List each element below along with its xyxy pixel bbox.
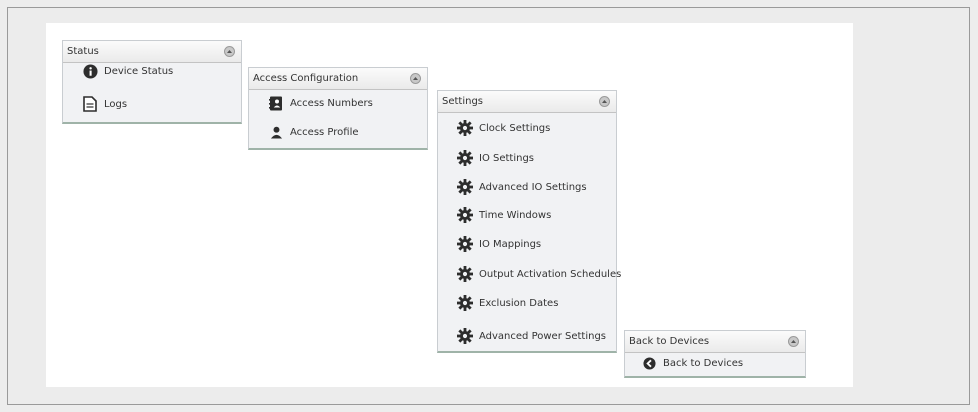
- menu-item-label: Output Activation Schedules: [479, 268, 622, 280]
- settings-panel-title: Settings: [442, 96, 484, 107]
- menu-item-label: Back to Devices: [663, 357, 744, 369]
- access-panel-title: Access Configuration: [253, 73, 359, 84]
- menu-item-io-settings[interactable]: IO Settings: [457, 150, 534, 166]
- menu-item-label: Advanced IO Settings: [479, 181, 587, 193]
- menu-item-advanced-power-settings[interactable]: Advanced Power Settings: [457, 328, 606, 344]
- menu-item-device-status[interactable]: Device Status: [82, 63, 173, 79]
- menu-item-io-mappings[interactable]: IO Mappings: [457, 236, 541, 252]
- menu-item-access-numbers[interactable]: Access Numbers: [268, 95, 373, 111]
- menu-item-label: IO Settings: [479, 152, 535, 164]
- gear-icon: [457, 179, 473, 195]
- address-book-icon: [268, 95, 284, 111]
- menu-item-label: IO Mappings: [479, 238, 542, 250]
- menu-item-label: Logs: [104, 98, 128, 110]
- access-panel-header: Access Configuration: [249, 68, 427, 90]
- info-icon: [82, 63, 98, 79]
- gear-icon: [457, 266, 473, 282]
- menu-item-back-to-devices[interactable]: Back to Devices: [641, 355, 743, 371]
- menu-item-label: Clock Settings: [479, 122, 551, 134]
- menu-item-label: Exclusion Dates: [479, 297, 559, 309]
- menu-item-label: Advanced Power Settings: [479, 330, 607, 342]
- gear-icon: [457, 207, 473, 223]
- gear-icon: [457, 328, 473, 344]
- gear-icon: [457, 150, 473, 166]
- menu-item-time-windows[interactable]: Time Windows: [457, 207, 551, 223]
- menu-item-label: Time Windows: [479, 209, 552, 221]
- menu-item-output-activation-schedules[interactable]: Output Activation Schedules: [457, 266, 621, 282]
- status-panel-header: Status: [63, 41, 241, 63]
- gear-icon: [457, 295, 473, 311]
- menu-item-logs[interactable]: Logs: [82, 96, 127, 112]
- back-panel-title: Back to Devices: [629, 336, 710, 347]
- menu-item-label: Access Profile: [290, 126, 359, 138]
- menu-item-clock-settings[interactable]: Clock Settings: [457, 120, 550, 136]
- person-icon: [268, 124, 284, 140]
- collapse-icon[interactable]: [788, 336, 799, 347]
- settings-panel-header: Settings: [438, 91, 616, 113]
- menu-item-exclusion-dates[interactable]: Exclusion Dates: [457, 295, 558, 311]
- gear-icon: [457, 120, 473, 136]
- menu-item-label: Device Status: [104, 65, 174, 77]
- back-panel-header: Back to Devices: [625, 331, 805, 353]
- document-icon: [82, 96, 98, 112]
- menu-item-label: Access Numbers: [290, 97, 373, 109]
- collapse-icon[interactable]: [410, 73, 421, 84]
- collapse-icon[interactable]: [599, 96, 610, 107]
- menu-item-advanced-io-settings[interactable]: Advanced IO Settings: [457, 179, 587, 195]
- gear-icon: [457, 236, 473, 252]
- status-panel-title: Status: [67, 46, 99, 57]
- collapse-icon[interactable]: [224, 46, 235, 57]
- back-arrow-icon: [641, 355, 657, 371]
- menu-item-access-profile[interactable]: Access Profile: [268, 124, 359, 140]
